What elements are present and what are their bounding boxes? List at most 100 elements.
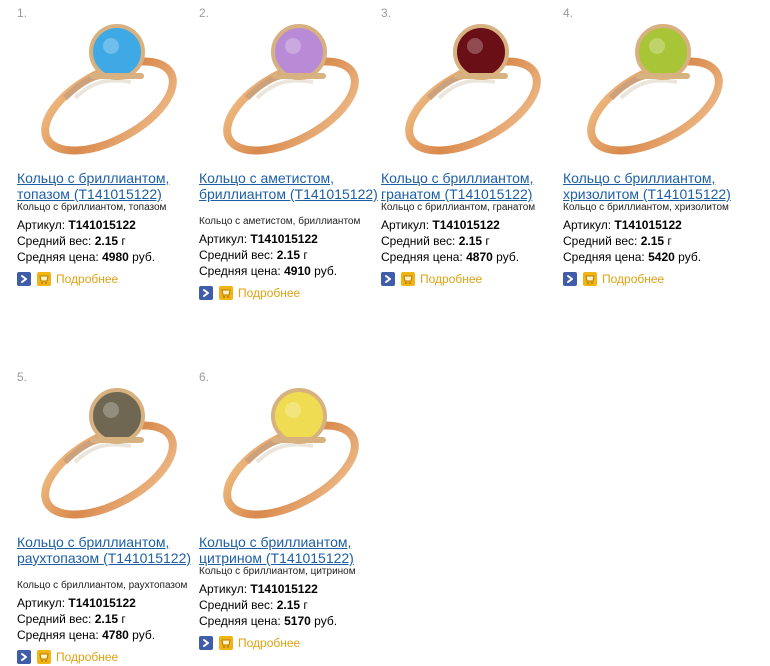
- cart-icon[interactable]: [37, 272, 51, 286]
- weight-value: 2.15: [276, 248, 301, 262]
- more-link[interactable]: Подробнее: [56, 271, 118, 287]
- price-value: 5420: [648, 250, 675, 264]
- currency: руб.: [314, 614, 338, 628]
- cart-icon[interactable]: [219, 636, 233, 650]
- product-card: 4. Кольцо с бриллиантом, хризолитом (Т14…: [563, 6, 743, 286]
- price-label: Средняя цена:: [199, 614, 281, 628]
- price-value: 4870: [466, 250, 493, 264]
- price-row: Средняя цена: 5170 руб.: [199, 613, 381, 629]
- product-card: 3. Кольцо с бриллиантом, гранатом (Т1410…: [381, 6, 561, 286]
- product-meta: Кольцо с бриллиантом, раухтопазом Артику…: [17, 580, 199, 665]
- sku-label: Артикул:: [381, 218, 430, 232]
- cart-icon[interactable]: [401, 272, 415, 286]
- product-image[interactable]: [17, 6, 187, 166]
- sku-value: Т141015122: [68, 596, 136, 610]
- details-arrow-button[interactable]: [381, 272, 395, 286]
- product-tags: Кольцо с бриллиантом, цитрином: [199, 566, 356, 577]
- sku-label: Артикул:: [17, 596, 66, 610]
- product-tags: Кольцо с бриллиантом, топазом: [17, 202, 167, 213]
- weight-row: Средний вес: 2.15 г: [381, 233, 563, 249]
- price-label: Средняя цена:: [199, 264, 281, 278]
- product-actions: Подробнее: [199, 285, 381, 301]
- more-link[interactable]: Подробнее: [238, 285, 300, 301]
- product-title-link[interactable]: Кольцо с бриллиантом, хризолитом (Т14101…: [563, 170, 745, 202]
- weight-row: Средний вес: 2.15 г: [17, 233, 199, 249]
- product-actions: Подробнее: [199, 635, 381, 651]
- weight-row: Средний вес: 2.15 г: [17, 611, 199, 627]
- product-actions: Подробнее: [17, 649, 199, 665]
- product-image[interactable]: [563, 6, 733, 166]
- cart-icon[interactable]: [583, 272, 597, 286]
- more-link[interactable]: Подробнее: [238, 635, 300, 651]
- currency: руб.: [678, 250, 702, 264]
- weight-value: 2.15: [276, 598, 301, 612]
- product-title-link[interactable]: Кольцо с бриллиантом, топазом (Т14101512…: [17, 170, 199, 202]
- weight-value: 2.15: [640, 234, 665, 248]
- product-card: 5. Кольцо с бриллиантом, раухтопазом (Т1…: [17, 370, 197, 666]
- product-image[interactable]: [199, 370, 369, 530]
- product-card: 2. Кольцо с аметистом, бриллиантом (Т141…: [199, 6, 379, 306]
- price-value: 4910: [284, 264, 311, 278]
- price-value: 4780: [102, 628, 129, 642]
- weight-unit: г: [121, 234, 126, 248]
- price-value: 5170: [284, 614, 311, 628]
- cart-icon[interactable]: [219, 286, 233, 300]
- more-link[interactable]: Подробнее: [602, 271, 664, 287]
- product-title-link[interactable]: Кольцо с аметистом, бриллиантом (Т141015…: [199, 170, 381, 202]
- more-link[interactable]: Подробнее: [56, 649, 118, 665]
- weight-label: Средний вес:: [563, 234, 638, 248]
- weight-label: Средний вес:: [17, 612, 92, 626]
- product-tags: Кольцо с бриллиантом, хризолитом: [563, 202, 729, 213]
- weight-unit: г: [303, 598, 308, 612]
- product-meta: Кольцо с бриллиантом, цитрином Артикул: …: [199, 566, 381, 651]
- weight-row: Средний вес: 2.15 г: [199, 247, 381, 263]
- price-row: Средняя цена: 4870 руб.: [381, 249, 563, 265]
- product-title-link[interactable]: Кольцо с бриллиантом, цитрином (Т1410151…: [199, 534, 381, 566]
- details-arrow-button[interactable]: [17, 650, 31, 664]
- price-label: Средняя цена:: [381, 250, 463, 264]
- sku-row: Артикул: Т141015122: [199, 581, 381, 597]
- product-meta: Кольцо с аметистом, бриллиантом Артикул:…: [199, 216, 381, 301]
- sku-value: Т141015122: [250, 232, 318, 246]
- product-meta: Кольцо с бриллиантом, топазом Артикул: Т…: [17, 202, 199, 287]
- product-image[interactable]: [17, 370, 187, 530]
- currency: руб.: [132, 628, 156, 642]
- product-image[interactable]: [199, 6, 369, 166]
- weight-value: 2.15: [94, 234, 119, 248]
- product-actions: Подробнее: [563, 271, 745, 287]
- sku-row: Артикул: Т141015122: [381, 217, 563, 233]
- product-tags: Кольцо с бриллиантом, гранатом: [381, 202, 536, 213]
- sku-value: Т141015122: [250, 582, 318, 596]
- weight-label: Средний вес:: [381, 234, 456, 248]
- product-tags: Кольцо с аметистом, бриллиантом: [199, 216, 361, 227]
- cart-icon[interactable]: [37, 650, 51, 664]
- product-meta: Кольцо с бриллиантом, хризолитом Артикул…: [563, 202, 745, 287]
- product-card: 1. Кольцо с бриллиантом, топазом (Т14101…: [17, 6, 197, 286]
- weight-unit: г: [303, 248, 308, 262]
- details-arrow-button[interactable]: [563, 272, 577, 286]
- sku-value: Т141015122: [432, 218, 500, 232]
- weight-label: Средний вес:: [199, 598, 274, 612]
- weight-row: Средний вес: 2.15 г: [563, 233, 745, 249]
- more-link[interactable]: Подробнее: [420, 271, 482, 287]
- weight-unit: г: [121, 612, 126, 626]
- weight-value: 2.15: [94, 612, 119, 626]
- price-row: Средняя цена: 4910 руб.: [199, 263, 381, 279]
- sku-row: Артикул: Т141015122: [17, 217, 199, 233]
- sku-label: Артикул:: [199, 232, 248, 246]
- sku-label: Артикул:: [199, 582, 248, 596]
- product-title-link[interactable]: Кольцо с бриллиантом, гранатом (Т1410151…: [381, 170, 563, 202]
- sku-label: Артикул:: [563, 218, 612, 232]
- details-arrow-button[interactable]: [199, 636, 213, 650]
- product-actions: Подробнее: [17, 271, 199, 287]
- sku-row: Артикул: Т141015122: [17, 595, 199, 611]
- price-row: Средняя цена: 4980 руб.: [17, 249, 199, 265]
- details-arrow-button[interactable]: [17, 272, 31, 286]
- weight-unit: г: [485, 234, 490, 248]
- product-tags: Кольцо с бриллиантом, раухтопазом: [17, 580, 188, 591]
- sku-value: Т141015122: [68, 218, 136, 232]
- price-value: 4980: [102, 250, 129, 264]
- product-title-link[interactable]: Кольцо с бриллиантом, раухтопазом (Т1410…: [17, 534, 199, 566]
- details-arrow-button[interactable]: [199, 286, 213, 300]
- product-image[interactable]: [381, 6, 551, 166]
